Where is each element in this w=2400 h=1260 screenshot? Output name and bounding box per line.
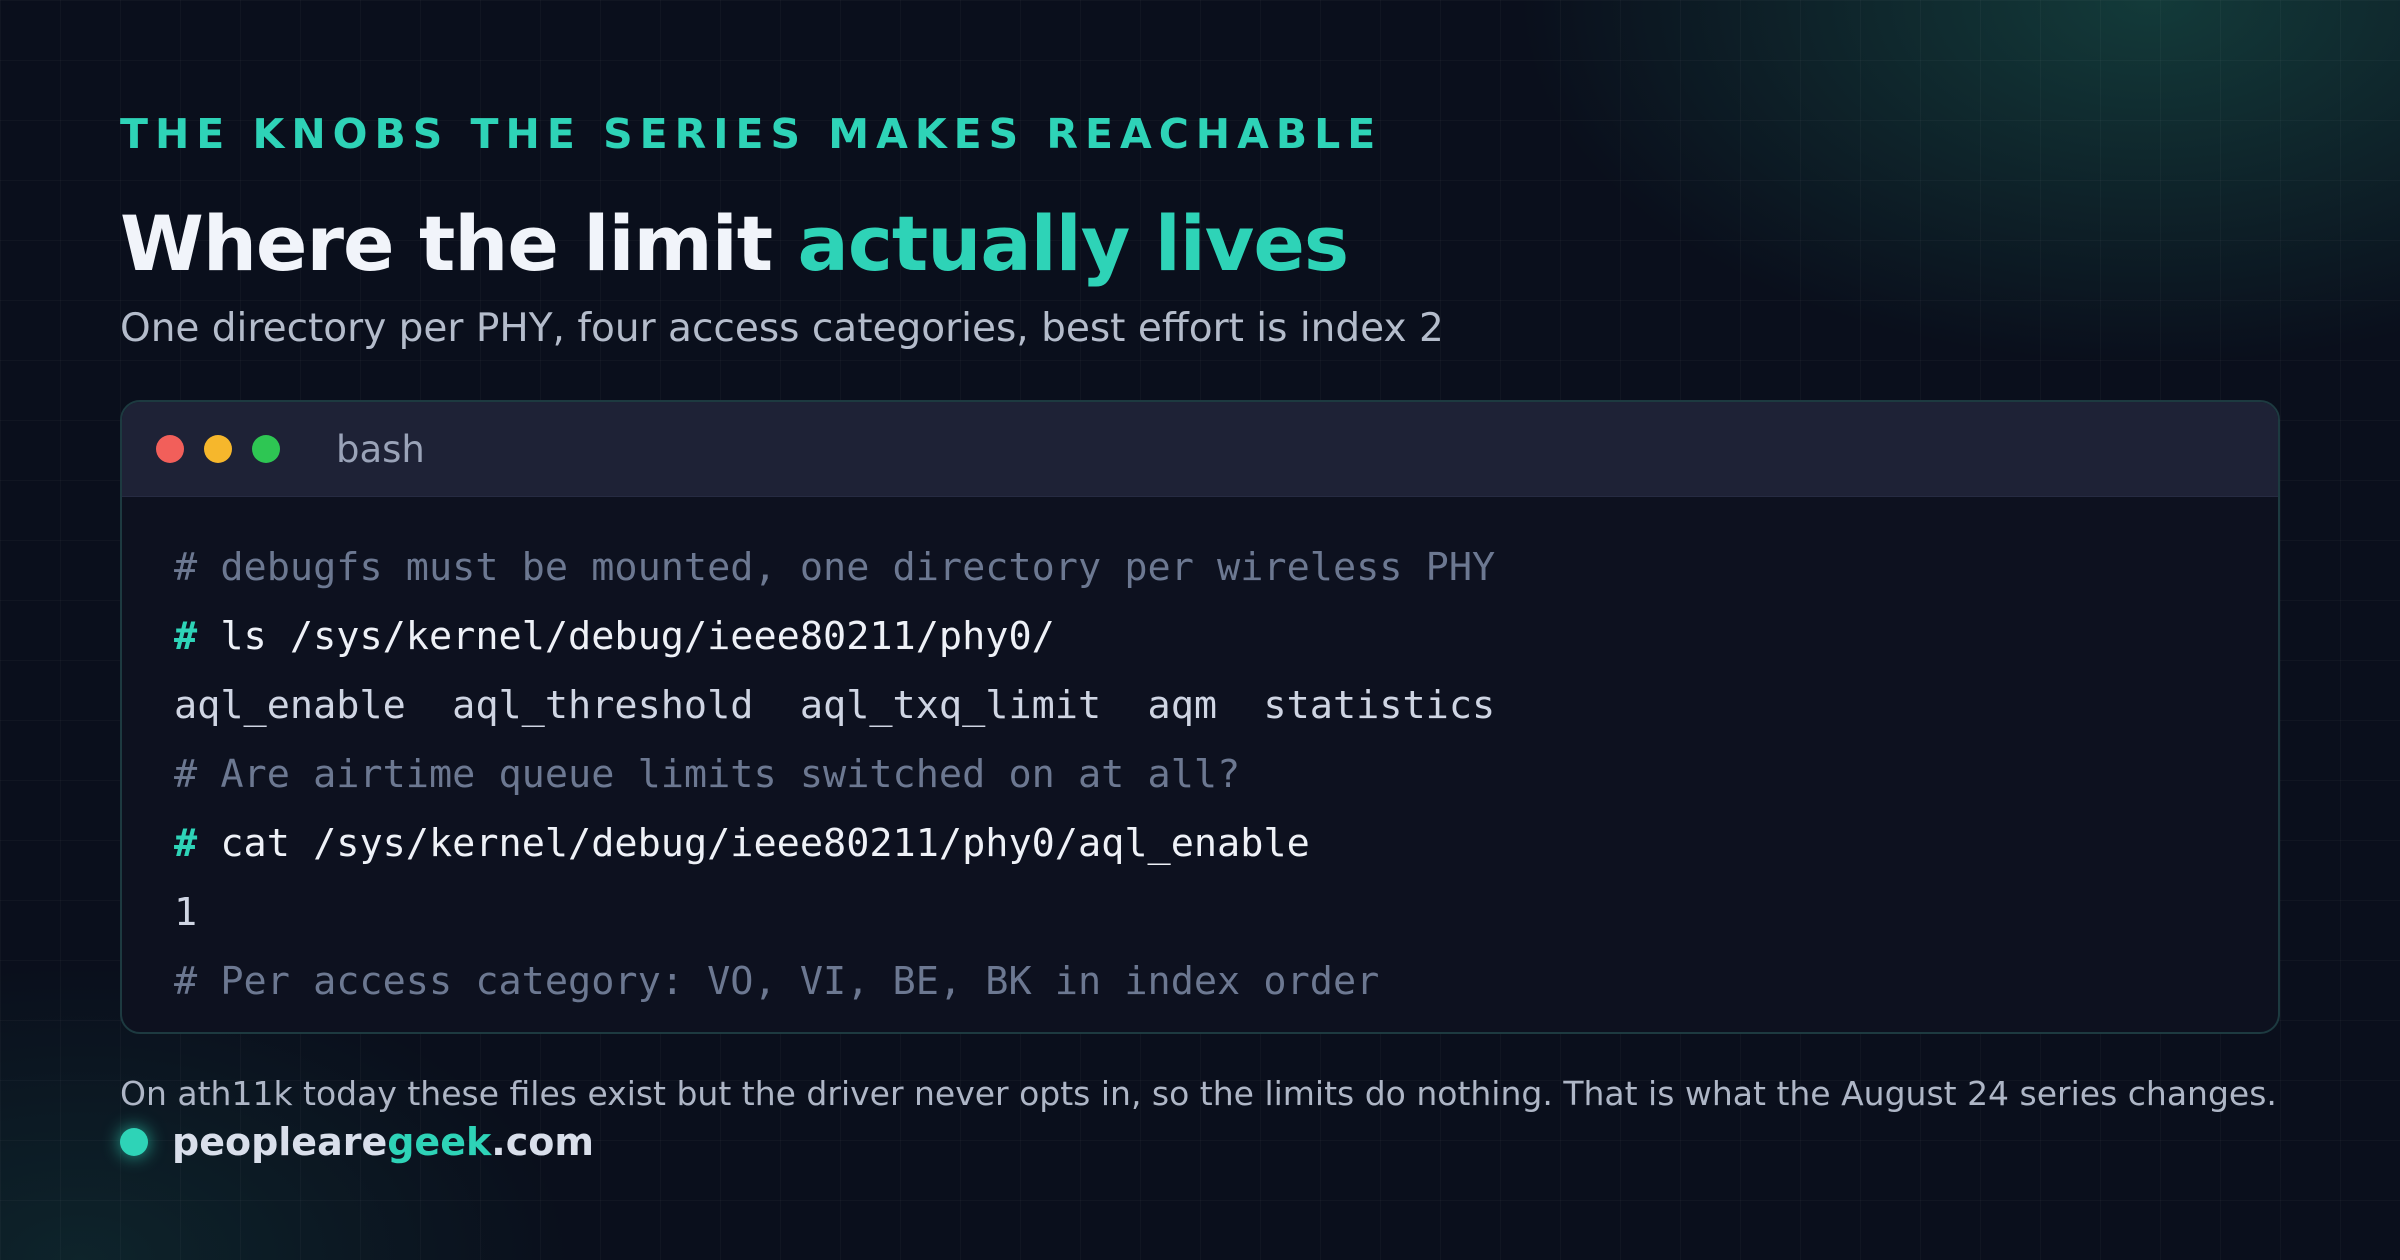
- prompt-symbol: #: [174, 821, 198, 866]
- terminal-window: bash # debugfs must be mounted, one dire…: [120, 400, 2280, 1034]
- brand-part: peopleare: [172, 1120, 388, 1164]
- terminal-label: bash: [336, 427, 425, 471]
- command-text: cat /sys/kernel/debug/ieee80211/phy0/aql…: [197, 821, 1310, 866]
- page-subtitle: One directory per PHY, four access categ…: [120, 306, 1444, 351]
- terminal-command-line: # cat /sys/kernel/debug/ieee80211/phy0/a…: [174, 809, 2278, 878]
- close-window-icon[interactable]: [156, 435, 184, 463]
- title-main: Where the limit: [120, 199, 798, 288]
- eyebrow-label: THE KNOBS THE SERIES MAKES REACHABLE: [120, 110, 1383, 158]
- page-title: Where the limit actually lives: [120, 196, 1350, 292]
- minimize-window-icon[interactable]: [204, 435, 232, 463]
- terminal-body[interactable]: # debugfs must be mounted, one directory…: [122, 497, 2278, 1016]
- title-accent: actually lives: [797, 199, 1350, 288]
- prompt-symbol: #: [174, 614, 198, 659]
- brand-dot-icon: [120, 1128, 148, 1156]
- terminal-command-line: # ls /sys/kernel/debug/ieee80211/phy0/: [174, 602, 2278, 671]
- terminal-output-line: aql_enable aql_threshold aql_txq_limit a…: [174, 683, 1496, 728]
- terminal-comment-line: # Per access category: VO, VI, BE, BK in…: [174, 959, 1380, 1004]
- terminal-output-line: 1: [174, 890, 198, 935]
- brand-part: .com: [491, 1120, 594, 1164]
- brand[interactable]: peoplearegeek.com: [120, 1120, 594, 1164]
- terminal-comment-line: # debugfs must be mounted, one directory…: [174, 545, 1496, 590]
- brand-part-accent: geek: [387, 1120, 492, 1164]
- command-text: ls /sys/kernel/debug/ieee80211/phy0/: [197, 614, 1055, 659]
- terminal-comment-line: # Are airtime queue limits switched on a…: [174, 752, 1241, 797]
- footnote: On ath11k today these files exist but th…: [120, 1074, 2277, 1113]
- terminal-titlebar: bash: [122, 402, 2278, 497]
- maximize-window-icon[interactable]: [252, 435, 280, 463]
- brand-wordmark: peoplearegeek.com: [172, 1120, 594, 1164]
